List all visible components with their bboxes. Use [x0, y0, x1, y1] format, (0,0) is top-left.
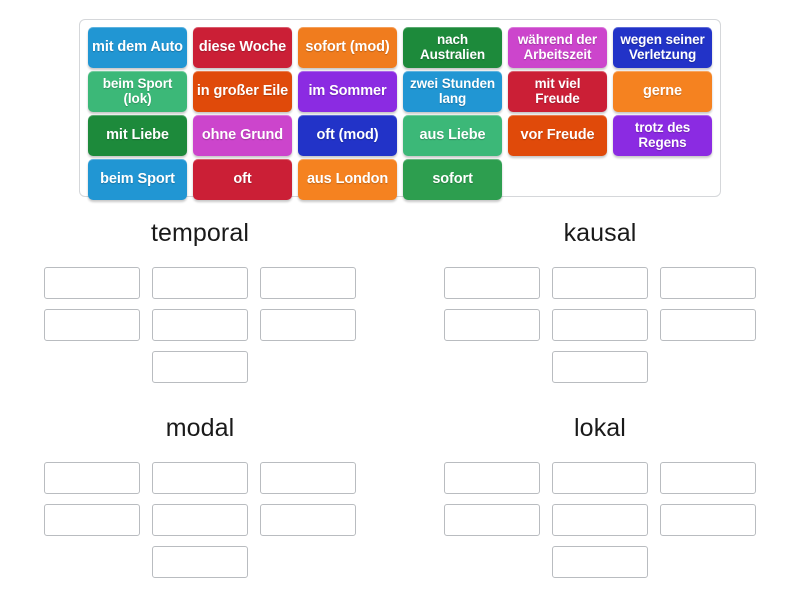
drop-slot[interactable] — [444, 462, 540, 494]
draggable-tile[interactable]: während der Arbeitszeit — [508, 27, 607, 68]
tile-bank-row: beim Sport oft aus London sofort — [88, 159, 712, 200]
drop-slot[interactable] — [552, 267, 648, 299]
draggable-tile[interactable]: mit viel Freude — [508, 71, 607, 112]
drop-slot[interactable] — [152, 267, 248, 299]
drop-slot[interactable] — [552, 351, 648, 383]
tile-bank-row: mit dem Auto diese Woche sofort (mod) nach … — [88, 27, 712, 68]
drop-slot-row — [44, 267, 356, 299]
draggable-tile[interactable]: nach Australien — [403, 27, 502, 68]
drop-slot[interactable] — [444, 309, 540, 341]
drop-slot-row — [444, 504, 756, 536]
drop-slot[interactable] — [260, 267, 356, 299]
draggable-tile[interactable]: mit Liebe — [88, 115, 187, 156]
drop-slot[interactable] — [660, 309, 756, 341]
drop-slot[interactable] — [660, 267, 756, 299]
tile-bank-empty-cell — [613, 159, 712, 200]
tile-bank-row: mit Liebe ohne Grund oft (mod) aus Liebe vor… — [88, 115, 712, 156]
drop-slot[interactable] — [152, 351, 248, 383]
draggable-tile[interactable]: trotz des Regens — [613, 115, 712, 156]
drop-slot-row — [444, 462, 756, 494]
drop-slot[interactable] — [152, 309, 248, 341]
drop-slot[interactable] — [260, 504, 356, 536]
draggable-tile[interactable]: im Sommer — [298, 71, 397, 112]
draggable-tile[interactable]: diese Woche — [193, 27, 292, 68]
drop-slot[interactable] — [444, 504, 540, 536]
draggable-tile[interactable]: oft — [193, 159, 293, 200]
drop-slot[interactable] — [152, 546, 248, 578]
draggable-tile[interactable]: in großer Eile — [193, 71, 292, 112]
drop-slot-row — [552, 351, 648, 383]
drop-slot[interactable] — [152, 462, 248, 494]
drop-slot-grid — [0, 462, 400, 578]
drop-slot[interactable] — [552, 309, 648, 341]
draggable-tile[interactable]: gerne — [613, 71, 712, 112]
drop-slot[interactable] — [44, 462, 140, 494]
drop-slot-grid — [0, 267, 400, 383]
drop-slot[interactable] — [660, 462, 756, 494]
drop-slot[interactable] — [44, 267, 140, 299]
drop-slot-row — [44, 309, 356, 341]
drop-slot[interactable] — [152, 504, 248, 536]
drop-slot-row — [552, 546, 648, 578]
drop-slot[interactable] — [44, 504, 140, 536]
drop-slot[interactable] — [552, 462, 648, 494]
draggable-tile[interactable]: beim Sport — [88, 159, 188, 200]
category-group-temporal: temporal — [0, 205, 400, 400]
category-group-modal: modal — [0, 400, 400, 595]
drop-slot-grid — [400, 462, 800, 578]
category-group-kausal: kausal — [400, 205, 800, 400]
category-title: kausal — [563, 219, 637, 247]
draggable-tile[interactable]: oft (mod) — [298, 115, 397, 156]
drop-slot[interactable] — [444, 267, 540, 299]
category-group-lokal: lokal — [400, 400, 800, 595]
tile-bank-row: beim Sport (lok) in großer Eile im Sommer z… — [88, 71, 712, 112]
draggable-tile[interactable]: mit dem Auto — [88, 27, 187, 68]
tile-bank-empty-cell — [508, 159, 607, 200]
draggable-tile[interactable]: aus Liebe — [403, 115, 502, 156]
category-groups: temporal kausal modal lokal — [0, 205, 800, 595]
drop-slot-row — [444, 267, 756, 299]
drop-slot-grid — [400, 267, 800, 383]
word-tile-bank: mit dem Auto diese Woche sofort (mod) nach … — [79, 19, 721, 200]
category-title: modal — [165, 414, 235, 442]
draggable-tile[interactable]: vor Freude — [508, 115, 607, 156]
draggable-tile[interactable]: ohne Grund — [193, 115, 292, 156]
draggable-tile[interactable]: sofort (mod) — [298, 27, 397, 68]
drop-slot-row — [152, 546, 248, 578]
drop-slot[interactable] — [260, 462, 356, 494]
draggable-tile[interactable]: zwei Stunden lang — [403, 71, 502, 112]
draggable-tile[interactable]: wegen seiner Verletzung — [613, 27, 712, 68]
drop-slot-row — [152, 351, 248, 383]
draggable-tile[interactable]: sofort — [403, 159, 503, 200]
drop-slot[interactable] — [660, 504, 756, 536]
drop-slot-row — [444, 309, 756, 341]
drop-slot-row — [44, 504, 356, 536]
draggable-tile[interactable]: aus London — [298, 159, 398, 200]
draggable-tile[interactable]: beim Sport (lok) — [88, 71, 187, 112]
drop-slot[interactable] — [552, 504, 648, 536]
activity-stage: mit dem Auto diese Woche sofort (mod) nach … — [0, 0, 800, 600]
drop-slot[interactable] — [552, 546, 648, 578]
drop-slot[interactable] — [44, 309, 140, 341]
category-title: temporal — [150, 219, 250, 247]
category-title: lokal — [574, 414, 626, 442]
drop-slot-row — [44, 462, 356, 494]
drop-slot[interactable] — [260, 309, 356, 341]
